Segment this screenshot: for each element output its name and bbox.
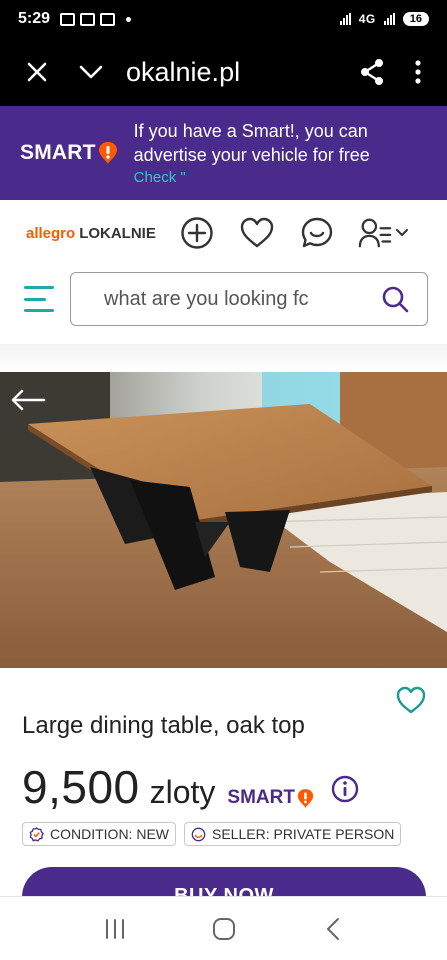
add-to-favorites-heart-icon[interactable] [396, 686, 426, 714]
search-input[interactable]: what are you looking fc [70, 272, 428, 326]
user-menu-icon [358, 218, 392, 248]
smart-exclamation-icon [297, 788, 314, 808]
seller-smile-icon [191, 827, 206, 841]
seller-tag: SELLER: PRIVATE PERSON [184, 822, 402, 846]
heart-icon [240, 217, 274, 248]
smart-badge: SMART [227, 787, 314, 809]
android-nav-bar [0, 896, 447, 960]
smart-promo-banner[interactable]: SMART If you have a Smart!, you can adve… [0, 106, 447, 200]
chat-icon [301, 217, 333, 248]
price-row: 9,500 zloty SMART [22, 760, 314, 814]
price-value: 9,500 [22, 761, 140, 813]
condition-tag-label: CONDITION: NEW [50, 826, 169, 842]
status-right: 4G 16 [339, 12, 429, 26]
network-label: 4G [358, 12, 376, 26]
home-button[interactable] [209, 914, 239, 944]
dining-table-image [0, 372, 447, 668]
close-icon [27, 62, 47, 82]
product-tags: CONDITION: NEW SELLER: PRIVATE PERSON [22, 822, 402, 846]
screenshot-notification-icon [80, 12, 96, 26]
product-photo[interactable] [0, 372, 447, 668]
status-time: 5:29 [18, 10, 51, 27]
share-icon [361, 59, 383, 85]
more-vertical-icon [415, 60, 421, 84]
search-row: what are you looking fc [0, 266, 447, 332]
section-divider [0, 344, 447, 372]
home-icon [212, 917, 235, 940]
recent-apps-icon [105, 918, 124, 939]
smart-exclamation-icon [98, 142, 117, 164]
smart-logo: SMART [20, 141, 118, 165]
more-menu-button[interactable] [413, 57, 423, 87]
url-text[interactable]: okalnie.pl [126, 57, 316, 88]
back-chevron-icon [326, 917, 339, 940]
allegro-lokalnie-logo[interactable]: allegro LOKALNIE [26, 225, 156, 242]
notification-icons [60, 12, 132, 26]
site-header: allegro LOKALNIE [0, 200, 447, 266]
share-button[interactable] [357, 57, 387, 87]
arrow-left-icon[interactable] [10, 388, 46, 412]
condition-badge-icon [29, 826, 44, 842]
recent-apps-button[interactable] [100, 914, 130, 944]
collapse-button[interactable] [76, 57, 106, 87]
seller-tag-label: SELLER: PRIVATE PERSON [212, 826, 395, 842]
promo-line-2: advertise your vehicle for free [133, 144, 370, 165]
back-button[interactable] [318, 914, 348, 944]
messages-button[interactable] [300, 216, 334, 250]
battery-level: 16 [402, 12, 429, 26]
gallery-notification-icon [60, 12, 76, 26]
signal-icon-2 [383, 13, 395, 25]
mail-notification-icon [100, 12, 116, 26]
menu-hamburger-icon[interactable] [24, 286, 54, 312]
price-currency: zloty [149, 774, 216, 810]
signal-icon [339, 13, 351, 25]
add-listing-button[interactable] [180, 216, 214, 250]
search-icon[interactable] [381, 285, 409, 313]
more-notifications-dot-icon [126, 16, 132, 22]
search-placeholder: what are you looking fc [104, 287, 309, 310]
info-icon[interactable] [331, 775, 359, 803]
condition-tag: CONDITION: NEW [22, 822, 176, 846]
promo-line-1: If you have a Smart!, you can [133, 120, 368, 141]
browser-toolbar: okalnie.pl [0, 38, 447, 106]
promo-text: If you have a Smart!, you can advertise … [134, 119, 424, 188]
account-dropdown-toggle[interactable] [395, 226, 410, 240]
promo-check-link[interactable]: Check " [134, 168, 424, 188]
product-title: Large dining table, oak top [22, 712, 305, 739]
status-bar: 5:29 4G 16 [0, 0, 447, 38]
chevron-down-icon [79, 65, 103, 79]
favorites-button[interactable] [240, 216, 274, 250]
account-button[interactable] [358, 216, 392, 250]
chevron-down-icon [395, 229, 408, 237]
close-tab-button[interactable] [22, 57, 52, 87]
plus-circle-icon [181, 217, 213, 249]
